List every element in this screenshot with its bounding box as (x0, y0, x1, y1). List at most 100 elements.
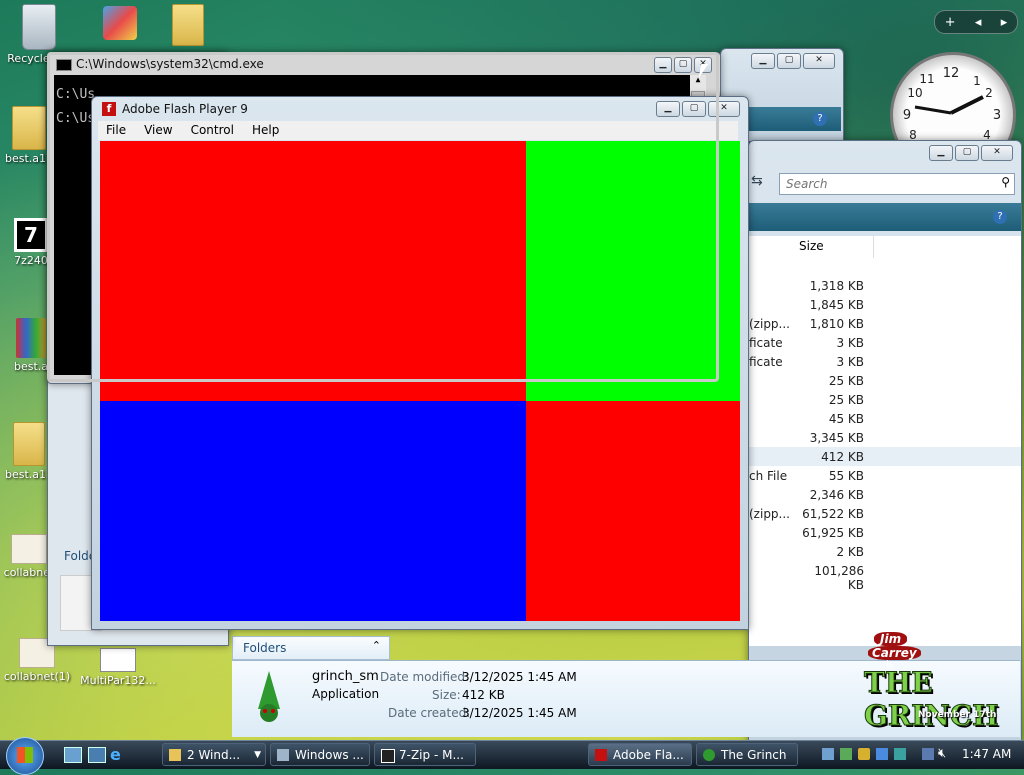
taskbar-button-7zip[interactable]: 7-Zip - M... (374, 743, 476, 766)
flash-window[interactable]: f Adobe Flash Player 9 ▁ ▢ ✕ File View C… (91, 96, 749, 630)
certificate-icon (11, 534, 47, 564)
battery-tray-icon[interactable] (840, 748, 852, 760)
file-size-cell: 3,345 KB (809, 431, 864, 445)
table-row[interactable]: 61,925 KB (749, 523, 1021, 542)
file-size-cell: 3 KB (836, 336, 864, 350)
refresh-icon[interactable]: ⇆ (751, 173, 771, 193)
7zip-icon: 7 (14, 218, 48, 252)
maximize-icon[interactable]: ▢ (777, 53, 801, 69)
cmd-line: C:\Us (56, 111, 96, 126)
table-row[interactable]: 1,318 KB (749, 276, 1021, 295)
cmd-title-icon (56, 59, 72, 71)
menu-help[interactable]: Help (252, 121, 279, 140)
taskbar-button-windows[interactable]: Windows ... (270, 743, 370, 766)
system-tray: 🔇︎ 1:47 AM (818, 744, 1024, 766)
table-row[interactable]: 45 KB (749, 409, 1021, 428)
table-row[interactable]: ch File 55 KB (749, 466, 1021, 485)
menu-file[interactable]: File (106, 121, 126, 140)
help-icon[interactable]: ? (993, 210, 1007, 224)
next-icon[interactable]: ▸ (1001, 15, 1008, 30)
search-box[interactable]: ⚲ (779, 173, 1015, 195)
zip-folder-icon (172, 4, 204, 46)
desktop-icon-network[interactable] (100, 6, 140, 42)
close-icon[interactable]: ✕ (981, 145, 1013, 161)
start-button[interactable] (6, 737, 44, 775)
taskbar-button-label: 7-Zip - M... (399, 748, 464, 762)
minimize-icon[interactable]: ▁ (656, 101, 680, 117)
clock-number: 9 (903, 108, 911, 123)
table-row[interactable]: 2 KB (749, 542, 1021, 561)
close-icon[interactable]: ✕ (708, 101, 740, 117)
file-type-cell: (zipp... (749, 317, 790, 331)
flash-title: Adobe Flash Player 9 (122, 102, 248, 116)
table-row[interactable]: ficate 3 KB (749, 352, 1021, 371)
installer-icon (100, 648, 136, 672)
sidebar-controls[interactable]: + ◂ ▸ (934, 10, 1018, 34)
show-desktop-icon[interactable] (64, 747, 82, 763)
add-gadget-icon[interactable]: + (945, 15, 956, 30)
table-row[interactable]: 2,346 KB (749, 485, 1021, 504)
switch-windows-icon[interactable] (88, 747, 106, 763)
taskbar-button-label: 2 Wind... (187, 748, 241, 762)
taskbar-button-grinch[interactable]: The Grinch (696, 743, 798, 766)
prev-icon[interactable]: ◂ (975, 15, 982, 30)
help-icon[interactable]: ? (813, 112, 827, 126)
table-row[interactable]: 3,345 KB (749, 428, 1021, 447)
table-row[interactable]: 101,286 KB (749, 561, 1021, 592)
search-input[interactable] (784, 176, 988, 192)
desktop-icon-multipar[interactable]: MultiPar132... (78, 648, 158, 687)
table-row[interactable]: 412 KB (749, 447, 1021, 466)
file-size-cell: 25 KB (828, 393, 864, 407)
taskbar-button-windows-group[interactable]: 2 Wind... ▼ (162, 743, 266, 766)
search-icon[interactable]: ⚲ (1001, 175, 1010, 189)
network-icon (103, 6, 137, 40)
taskbar: e 2 Wind... ▼ Windows ... 7-Zip - M... A… (0, 737, 1024, 775)
stage-red-top-left (100, 141, 526, 401)
menu-view[interactable]: View (144, 121, 172, 140)
table-row[interactable]: 25 KB (749, 371, 1021, 390)
maximize-icon[interactable]: ▢ (955, 145, 979, 161)
desktop-icon-zip-folder[interactable] (168, 4, 208, 48)
date-modified-value: 3/12/2025 1:45 AM (462, 670, 577, 684)
folders-toggle[interactable]: Folders ⌃ (232, 636, 390, 660)
security-tray-icon[interactable] (858, 748, 870, 760)
maximize-icon[interactable]: ▢ (674, 57, 692, 73)
close-icon[interactable]: ✕ (803, 53, 835, 69)
table-row[interactable]: ficate 3 KB (749, 333, 1021, 352)
size-label: Size: (432, 688, 461, 702)
taskbar-button-flash[interactable]: Adobe Fla... (588, 743, 692, 766)
chevron-up-icon: ⌃ (371, 639, 381, 652)
file-size-cell: 412 KB (821, 450, 864, 464)
maximize-icon[interactable]: ▢ (682, 101, 706, 117)
table-row[interactable]: (zipp... 1,810 KB (749, 314, 1021, 333)
minimize-icon[interactable]: ▁ (751, 53, 775, 69)
table-row[interactable]: 25 KB (749, 390, 1021, 409)
shield-tray-icon[interactable] (876, 748, 888, 760)
ie-icon[interactable]: e (110, 745, 121, 764)
flash-stage[interactable] (100, 141, 740, 621)
volume-muted-icon[interactable]: 🔇︎ (938, 746, 946, 761)
flash-logo-icon (595, 749, 607, 761)
window-controls: ▁ ▢ ✕ (656, 101, 740, 117)
taskbar-button-label: Adobe Fla... (613, 748, 684, 762)
column-header-label: Size (799, 239, 824, 253)
monitor-tray-icon[interactable] (894, 748, 906, 760)
column-header-size[interactable]: Size (797, 236, 874, 258)
menu-control[interactable]: Control (191, 121, 234, 140)
table-row[interactable]: 1,845 KB (749, 295, 1021, 314)
window-controls: ▁ ▢ ✕ (929, 145, 1013, 161)
clock-time[interactable]: 1:47 AM (962, 747, 1011, 761)
file-thumbnail-icon (246, 669, 292, 725)
folder-icon (169, 749, 181, 761)
table-row[interactable]: (zipp... 61,522 KB (749, 504, 1021, 523)
connection-tray-icon[interactable] (922, 748, 934, 760)
desktop-icon-label: MultiPar132... (80, 674, 156, 687)
file-size-cell: 3 KB (836, 355, 864, 369)
minimize-icon[interactable]: ▁ (654, 57, 672, 73)
file-kind: Application (312, 687, 380, 701)
minimize-icon[interactable]: ▁ (929, 145, 953, 161)
network-tray-icon[interactable] (822, 748, 834, 760)
window-controls: ▁ ▢ ✕ (751, 53, 835, 69)
stage-blue-bottom-left (100, 401, 526, 621)
clock-number: 3 (993, 108, 1001, 123)
